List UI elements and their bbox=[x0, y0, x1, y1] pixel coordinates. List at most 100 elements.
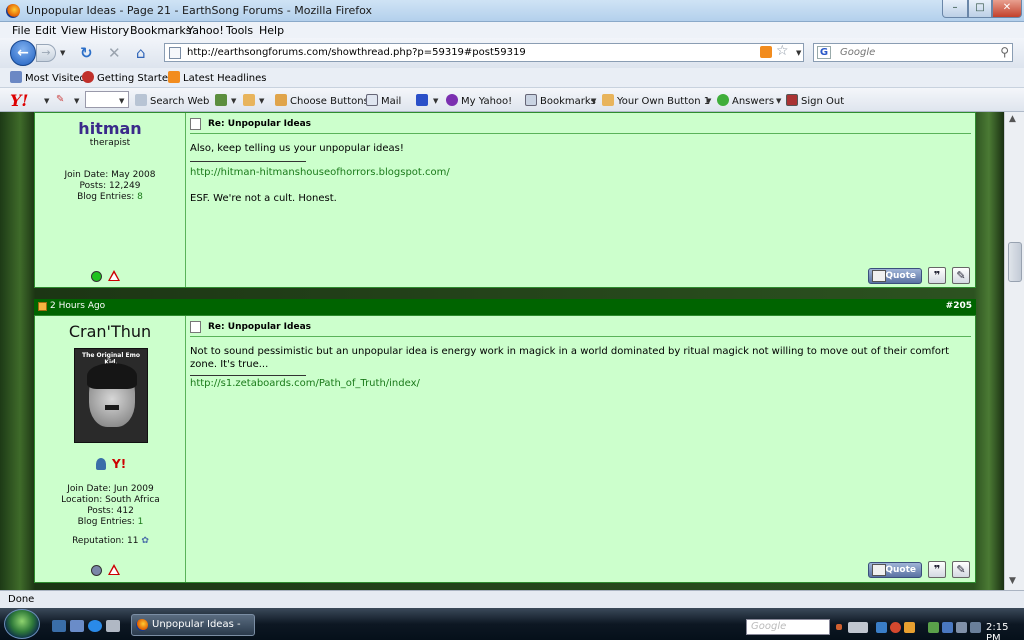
blog-entries-link[interactable]: 8 bbox=[137, 192, 143, 202]
pencil-icon[interactable]: ✎ bbox=[56, 94, 64, 105]
search-options-icon[interactable] bbox=[848, 622, 868, 633]
signature-text: ESF. We're not a cult. Honest. bbox=[190, 193, 337, 204]
bookmark-star-icon[interactable]: ☆ bbox=[776, 43, 789, 59]
reputation-icon[interactable]: ✿ bbox=[141, 536, 149, 546]
my-yahoo[interactable]: My Yahoo! bbox=[446, 94, 512, 107]
minimize-button[interactable]: – bbox=[942, 0, 968, 18]
rss-feed-icon[interactable] bbox=[760, 46, 772, 58]
menu-bar: File Edit View History Bookmarks Yahoo! … bbox=[0, 22, 1024, 38]
url-input[interactable] bbox=[187, 45, 747, 60]
user-avatar[interactable]: The Original Emo Kid. bbox=[74, 348, 148, 443]
menu-tools[interactable]: Tools bbox=[226, 24, 253, 37]
plus-dropdown-icon[interactable]: ▼ bbox=[433, 97, 438, 105]
yahoo-im-icon[interactable]: Y! bbox=[112, 457, 126, 471]
menu-history[interactable]: History bbox=[90, 24, 129, 37]
scroll-up-icon[interactable]: ▲ bbox=[1009, 114, 1016, 124]
your-own-button[interactable]: Your Own Button 1 bbox=[602, 94, 710, 107]
tray-update-icon[interactable] bbox=[904, 622, 915, 633]
menu-help[interactable]: Help bbox=[259, 24, 284, 37]
back-button[interactable]: ← bbox=[10, 40, 36, 66]
quick-reply-button[interactable]: ✎ bbox=[952, 561, 970, 578]
tray-monitor-icon[interactable] bbox=[942, 622, 953, 633]
search-input[interactable] bbox=[840, 45, 990, 60]
tray-security-icon[interactable] bbox=[928, 622, 939, 633]
bookmarks-dropdown-icon[interactable]: ▼ bbox=[591, 97, 596, 105]
yahoo-menu-dropdown-icon[interactable]: ▼ bbox=[44, 97, 49, 105]
signature-link[interactable]: http://hitman-hitmanshouseofhorrors.blog… bbox=[190, 167, 450, 178]
home-icon[interactable]: ⌂ bbox=[136, 45, 146, 61]
start-button[interactable] bbox=[4, 609, 40, 639]
address-bar[interactable] bbox=[164, 43, 804, 62]
yahoo-search-dropdown-icon[interactable]: ▼ bbox=[119, 97, 124, 105]
maximize-button[interactable]: □ bbox=[968, 0, 992, 18]
quote-button[interactable]: Quote bbox=[868, 562, 922, 578]
forward-button[interactable]: → bbox=[36, 44, 56, 62]
post-number-link[interactable]: #205 bbox=[946, 301, 972, 311]
highlight-icon bbox=[243, 94, 255, 106]
google-engine-icon[interactable]: G bbox=[817, 46, 831, 59]
close-button[interactable]: ✕ bbox=[992, 0, 1022, 18]
highlight-dropdown-icon[interactable]: ▼ bbox=[259, 97, 264, 105]
report-post-icon[interactable] bbox=[108, 270, 120, 281]
quick-reply-button[interactable]: ✎ bbox=[952, 267, 970, 284]
menu-yahoo[interactable]: Yahoo! bbox=[187, 24, 224, 37]
show-desktop-icon[interactable] bbox=[52, 620, 66, 632]
sign-out[interactable]: Sign Out bbox=[786, 94, 844, 107]
bookmark-getting-started[interactable]: Getting Started bbox=[82, 71, 174, 84]
your-own-dropdown-icon[interactable]: ▼ bbox=[706, 97, 711, 105]
post-count: Posts: 412 bbox=[87, 506, 134, 516]
scroll-down-icon[interactable]: ▼ bbox=[1009, 576, 1016, 586]
tray-network-icon[interactable] bbox=[876, 622, 887, 633]
reload-icon[interactable]: ↻ bbox=[80, 45, 93, 61]
rss-icon bbox=[168, 71, 180, 83]
tray-volume-icon[interactable] bbox=[956, 622, 967, 633]
taskbar-clock[interactable]: 2:15 PM bbox=[986, 622, 1024, 640]
taskbar-firefox-window[interactable]: Unpopular Ideas - P... bbox=[131, 614, 255, 640]
yahoo-mail[interactable]: Mail bbox=[366, 94, 401, 107]
search-box[interactable]: G ⚲ bbox=[813, 43, 1013, 62]
signature-divider bbox=[190, 375, 306, 376]
desktop-search-box[interactable]: Google bbox=[746, 619, 830, 635]
plus-button[interactable] bbox=[416, 94, 431, 107]
post-title: Re: Unpopular Ideas bbox=[190, 316, 971, 337]
switch-windows-icon[interactable] bbox=[70, 620, 84, 632]
user-info: Join Date: Jun 2009 Location: South Afri… bbox=[35, 484, 186, 547]
username-link[interactable]: Cran'Thun bbox=[35, 322, 185, 341]
pencil-dropdown-icon[interactable]: ▼ bbox=[74, 97, 79, 105]
menu-view[interactable]: View bbox=[61, 24, 87, 37]
yahoo-answers[interactable]: Answers bbox=[717, 94, 774, 107]
report-post-icon[interactable] bbox=[108, 564, 120, 575]
history-dropdown-icon[interactable]: ▼ bbox=[60, 49, 65, 57]
tray-connection-icon[interactable] bbox=[970, 622, 981, 633]
username-link[interactable]: hitman bbox=[35, 119, 185, 138]
choose-buttons[interactable]: Choose Buttons bbox=[275, 94, 369, 107]
shield-button[interactable] bbox=[215, 94, 230, 107]
internet-explorer-icon[interactable] bbox=[88, 620, 102, 632]
quick-launch-icon[interactable] bbox=[106, 620, 120, 632]
bookmark-latest-headlines[interactable]: Latest Headlines bbox=[168, 71, 267, 84]
answers-dropdown-icon[interactable]: ▼ bbox=[776, 97, 781, 105]
highlight-button[interactable] bbox=[243, 94, 258, 107]
scroll-thumb[interactable] bbox=[1008, 242, 1022, 282]
yahoo-search-web[interactable]: Search Web bbox=[135, 94, 209, 107]
menu-edit[interactable]: Edit bbox=[35, 24, 56, 37]
page-scrollbar[interactable]: ▲ ▼ bbox=[1004, 112, 1024, 590]
stop-icon[interactable]: ✕ bbox=[108, 45, 121, 61]
blog-entries-link[interactable]: 1 bbox=[138, 517, 144, 527]
yahoo-bookmarks[interactable]: Bookmarks bbox=[525, 94, 596, 107]
profile-icon[interactable] bbox=[96, 458, 106, 470]
multi-quote-button[interactable]: ❞ bbox=[928, 267, 946, 284]
search-go-icon[interactable] bbox=[836, 624, 842, 630]
multi-quote-button[interactable]: ❞ bbox=[928, 561, 946, 578]
quote-button[interactable]: Quote bbox=[868, 268, 922, 284]
search-icon[interactable]: ⚲ bbox=[1000, 45, 1009, 59]
bookmark-most-visited[interactable]: Most Visited bbox=[10, 71, 86, 84]
shield-dropdown-icon[interactable]: ▼ bbox=[231, 97, 236, 105]
shield-icon bbox=[215, 94, 227, 106]
menu-file[interactable]: File bbox=[12, 24, 30, 37]
tray-app-icon[interactable] bbox=[890, 622, 901, 633]
url-dropdown-icon[interactable]: ▼ bbox=[796, 49, 801, 57]
menu-bookmarks[interactable]: Bookmarks bbox=[130, 24, 191, 37]
yahoo-logo[interactable]: Y! bbox=[10, 91, 28, 110]
signature-link[interactable]: http://s1.zetaboards.com/Path_of_Truth/i… bbox=[190, 378, 420, 389]
